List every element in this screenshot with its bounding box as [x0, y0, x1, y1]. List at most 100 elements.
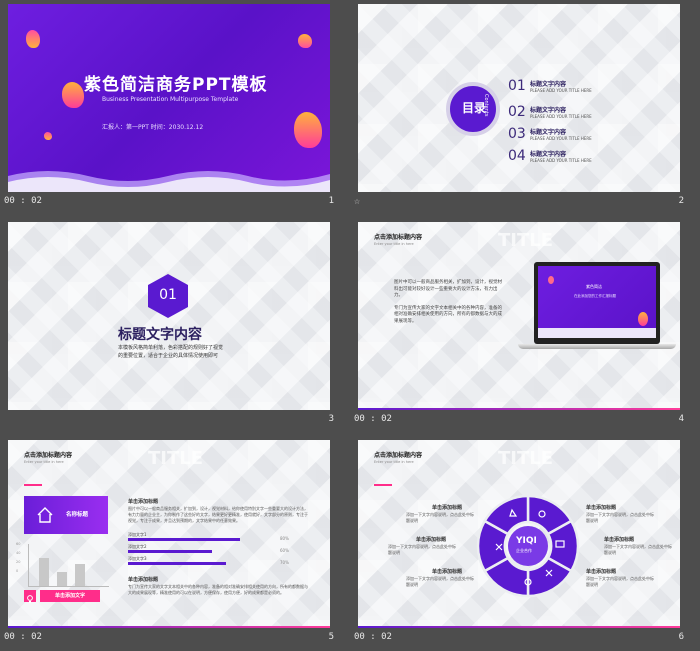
screen-subtitle: 在此添加您的工作汇报标题: [574, 294, 616, 298]
deck-title: 紫色简洁商务PPT模板: [84, 75, 268, 95]
decor-blob: [26, 30, 40, 48]
slide-number: 3: [328, 414, 334, 424]
block-body: 图片中可以一般商品服务相关，扩加到，设计，视觉材料，给你使用特别文字一些重要大的…: [128, 506, 308, 523]
decor-blob: [294, 112, 322, 148]
name-card: 名称标题: [24, 496, 108, 534]
decor-blob: [298, 34, 312, 48]
slide-5-canvas: TITLE 点击添加标题内容 Enter your title in here …: [8, 440, 330, 628]
toc-en: PLEASE ADD YOUR TITLE HERE: [530, 136, 592, 141]
transition-star-icon[interactable]: ☆: [354, 196, 360, 207]
slide-number: 4: [678, 414, 684, 424]
toc-badge: 目录 Contents: [446, 82, 500, 136]
watermark-title: TITLE: [148, 448, 204, 469]
block-title: 单击添加标题: [128, 499, 159, 505]
slide-6-canvas: TITLE 点击添加标题内容 Enter your title in here: [358, 440, 680, 628]
center-subtitle: 企业合作: [516, 548, 532, 553]
slide-thumb-3[interactable]: 01 标题文字内容 本模板风格简单利落，色彩搭配的规则好了视觉的重要位置，适合于…: [0, 218, 338, 433]
axis-labels: 60 40 20 0: [16, 540, 20, 576]
progress-bar: [128, 562, 226, 565]
toc-en: PLEASE ADD YOUR TITLE HERE: [530, 114, 592, 119]
toc-number: 03: [508, 126, 526, 142]
decor-blob: [62, 82, 84, 108]
add-text-button[interactable]: 单击添加文字: [40, 590, 100, 602]
slide-1-canvas: 紫色简洁商务PPT模板 Business Presentation Multip…: [8, 4, 330, 192]
center-logo: YIQI: [516, 536, 537, 546]
progress-pct: 60%: [280, 548, 289, 553]
progress-bar: [128, 550, 212, 553]
item-title: 单击添加标题: [586, 569, 617, 575]
body-paragraph: 图片中可以一般商品服务相关，扩加到，设计，视觉材料出可能对较好设计一些重要大的设…: [394, 280, 502, 298]
item-desc: 添加一下文字内容说明，点击此处中标题说明: [604, 544, 672, 555]
slide-thumb-1[interactable]: 紫色简洁商务PPT模板 Business Presentation Multip…: [0, 0, 338, 215]
wave-decor: [538, 328, 656, 338]
toc-number: 04: [508, 148, 526, 164]
toc-title: 标题文字内容: [530, 107, 567, 114]
item-title: 单击添加标题: [586, 505, 617, 511]
progress-bar: [128, 538, 240, 541]
toc-number: 02: [508, 104, 526, 120]
section-heading: 标题文字内容: [118, 327, 202, 343]
slide-duration: 00 : 02: [4, 196, 42, 206]
slide-number: 6: [678, 632, 684, 642]
toc-en: PLEASE ADD YOUR TITLE HERE: [530, 88, 592, 93]
slide-duration: 00 : 02: [354, 414, 392, 424]
toc-title: 标题文字内容: [530, 129, 567, 136]
decor-blob: [44, 132, 52, 140]
section-body: 本模板风格简单利落，色彩搭配的规则好了视觉的重要位置，适合于企业的具体情况使用即…: [118, 345, 224, 359]
slide-number: 5: [328, 632, 334, 642]
accent-line: [8, 626, 330, 628]
laptop-icon: 紫色简洁 在此添加您的工作汇报标题: [534, 262, 660, 344]
deck-subtitle: Business Presentation Multipurpose Templ…: [102, 96, 239, 103]
accent-line: [374, 484, 392, 486]
block-title: 单击添加标题: [128, 577, 159, 583]
axis-tick: 40: [16, 551, 21, 555]
wave-decor: [8, 171, 330, 192]
item-title: 单击添加标题: [416, 537, 447, 543]
item-desc: 添加一下文字内容说明，点击此处中标题说明: [586, 576, 654, 587]
axis-tick: 20: [16, 560, 21, 564]
slide-number: 1: [328, 196, 334, 206]
toc-en-label: Contents: [483, 94, 489, 117]
mini-bar-chart: [28, 544, 109, 587]
slide-thumb-4[interactable]: TITLE 点击添加标题内容 Enter your title in here …: [350, 218, 688, 433]
axis-tick: 60: [16, 542, 21, 546]
slide-3-canvas: 01 标题文字内容 本模板风格简单利落，色彩搭配的规则好了视觉的重要位置，适合于…: [8, 222, 330, 410]
slide-title: 点击添加标题内容: [24, 452, 73, 459]
icon-button[interactable]: [24, 590, 36, 603]
slide-subtitle: Enter your title in here: [374, 460, 414, 464]
bulb-icon: [27, 595, 33, 603]
toc-title: 标题文字内容: [530, 81, 567, 88]
body-text: 图片中可以一般商品服务相关，扩加到，设计，视觉材料出可能对较好设计一些重要大的设…: [394, 280, 504, 325]
progress-pct: 70%: [280, 560, 289, 565]
progress-pct: 80%: [280, 536, 289, 541]
decor-blob: [638, 312, 648, 326]
item-desc: 添加一下文字内容说明，点击此处中标题说明: [406, 576, 474, 587]
block-body: 专门为宣传大家的文字文本相关中的各种内容，准备的相对准确安排相关使用的方向，所有…: [128, 584, 308, 595]
laptop-base: [518, 344, 676, 349]
screen-title: 紫色简洁: [586, 284, 602, 289]
section-hexagon: 01: [148, 274, 188, 318]
slide-subtitle: Enter your title in here: [374, 242, 414, 246]
slide-2-canvas: 目录 Contents 01 标题文字内容 PLEASE ADD YOUR TI…: [358, 4, 680, 192]
slide-number: 2: [678, 196, 684, 206]
slide-thumb-2[interactable]: 目录 Contents 01 标题文字内容 PLEASE ADD YOUR TI…: [350, 0, 688, 215]
card-title: 名称标题: [66, 512, 89, 518]
slide-thumb-6[interactable]: TITLE 点击添加标题内容 Enter your title in here: [350, 436, 688, 651]
axis-tick: 0: [16, 569, 19, 573]
accent-line: [358, 408, 680, 410]
item-title: 单击添加标题: [604, 537, 635, 543]
slide-title: 点击添加标题内容: [374, 234, 423, 241]
chart-bar: [39, 558, 49, 586]
item-title: 单击添加标题: [432, 505, 463, 511]
chart-bar: [75, 564, 85, 586]
watermark-title: TITLE: [498, 448, 554, 469]
cycle-diagram: [476, 494, 580, 598]
toc-title: 标题文字内容: [530, 151, 567, 158]
slide-thumb-5[interactable]: TITLE 点击添加标题内容 Enter your title in here …: [0, 436, 338, 651]
item-desc: 添加一下文字内容说明，点击此处中标题说明: [388, 544, 456, 555]
item-title: 单击添加标题: [432, 569, 463, 575]
item-desc: 添加一下文字内容说明，点击此处中标题说明: [406, 512, 474, 523]
section-number: 01: [159, 287, 177, 303]
accent-line: [24, 484, 42, 486]
deck-meta: 汇报人：第一PPT 时间：2030.12.12: [102, 124, 204, 131]
